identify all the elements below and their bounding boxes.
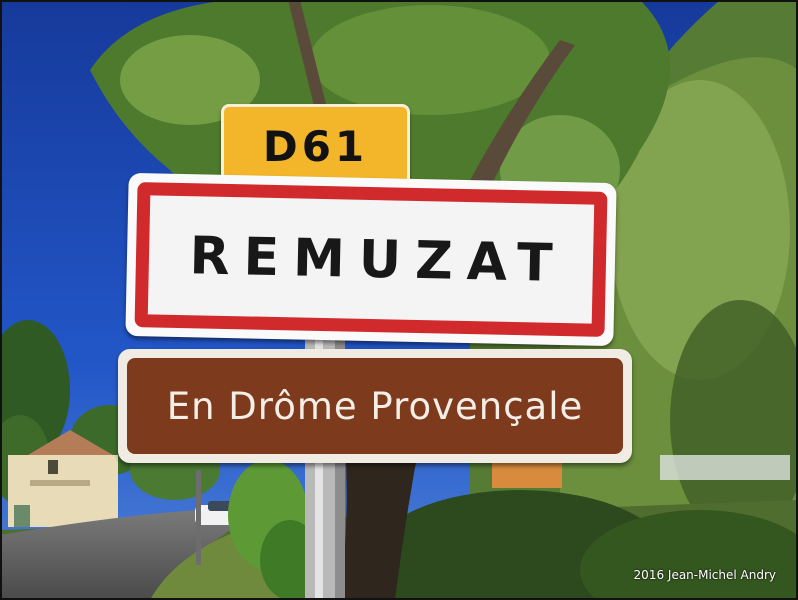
route-sign-text: D61 xyxy=(262,121,369,171)
region-sign: En Drôme Provençale xyxy=(118,349,632,463)
region-sign-text: En Drôme Provençale xyxy=(166,384,584,428)
house-door xyxy=(14,505,30,527)
house-window xyxy=(48,460,58,474)
photo-scene: D61 REMUZAT En Drôme Provençale 2016 Jea… xyxy=(0,0,798,600)
house-balcony xyxy=(30,480,90,486)
building-right xyxy=(492,462,562,488)
town-sign-panel: REMUZAT xyxy=(134,182,608,337)
town-sign: REMUZAT xyxy=(125,172,617,347)
region-sign-panel: En Drôme Provençale xyxy=(127,358,623,454)
building-right-2 xyxy=(660,455,790,480)
roadside-post xyxy=(196,470,201,565)
canopy-light-2 xyxy=(310,5,550,115)
town-sign-text: REMUZAT xyxy=(188,225,568,294)
photo-credit: 2016 Jean-Michel Andry xyxy=(633,568,776,582)
